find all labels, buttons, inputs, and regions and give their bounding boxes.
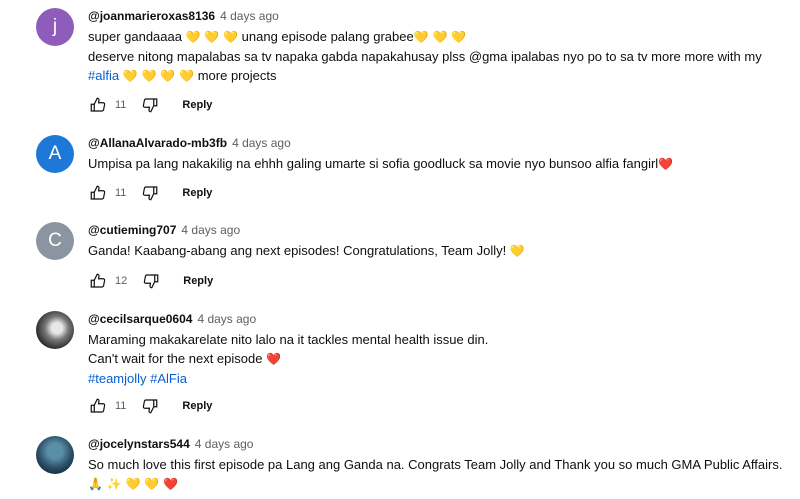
comment-time[interactable]: 4 days ago [181,223,240,237]
comment-author[interactable]: @cecilsarque0604 [88,312,192,326]
avatar[interactable]: A [36,135,74,173]
comment-time[interactable]: 4 days ago [197,312,256,326]
comment-text: So much love this first episode pa Lang … [88,457,783,491]
comment-text: super gandaaaa 💛 💛 💛 unang episode palan… [88,29,762,83]
avatar[interactable] [36,436,74,474]
thumbs-up-icon[interactable] [88,271,108,291]
comment-time[interactable]: 4 days ago [232,136,291,150]
thumbs-up-icon[interactable] [88,396,108,416]
avatar[interactable]: j [36,8,74,46]
like-count: 11 [115,400,127,412]
thumbs-down-icon[interactable] [140,396,160,416]
thumbs-down-icon[interactable] [141,271,161,291]
hashtag-link[interactable]: #alfia [88,68,119,83]
like-count: 11 [115,187,127,199]
comment-author[interactable]: @jocelynstars544 [88,437,190,451]
reply-button[interactable]: Reply [182,400,212,412]
thumbs-down-icon[interactable] [140,95,160,115]
comment-text: Maraming makakarelate nito lalo na it ta… [88,332,489,386]
like-count: 12 [115,275,128,287]
comment-actions: 11 Reply [88,183,212,203]
comment-author[interactable]: @AllanaAlvarado-mb3fb [88,136,227,150]
reply-button[interactable]: Reply [182,187,212,199]
avatar[interactable] [36,311,74,349]
reply-button[interactable]: Reply [182,99,212,111]
comment-time[interactable]: 4 days ago [220,9,279,23]
thumbs-down-icon[interactable] [140,183,160,203]
comment-text: Umpisa pa lang nakakilig na ehhh galing … [88,156,674,171]
thumbs-up-icon[interactable] [88,95,108,115]
comment-author[interactable]: @joanmarieroxas8136 [88,9,215,23]
comment-author[interactable]: @cutieming707 [88,223,176,237]
comment-actions: 12 Reply [88,271,213,291]
like-count: 11 [115,99,127,111]
comment-actions: 11 Reply [88,95,212,115]
comment-text: Ganda! Kaabang-abang ang next episodes! … [88,243,525,258]
comment-time[interactable]: 4 days ago [195,437,254,451]
reply-button[interactable]: Reply [183,275,213,287]
comment-actions: 11 Reply [88,396,212,416]
avatar[interactable]: C [36,222,74,260]
hashtag-link[interactable]: #teamjolly #AlFia [88,371,187,386]
thumbs-up-icon[interactable] [88,183,108,203]
